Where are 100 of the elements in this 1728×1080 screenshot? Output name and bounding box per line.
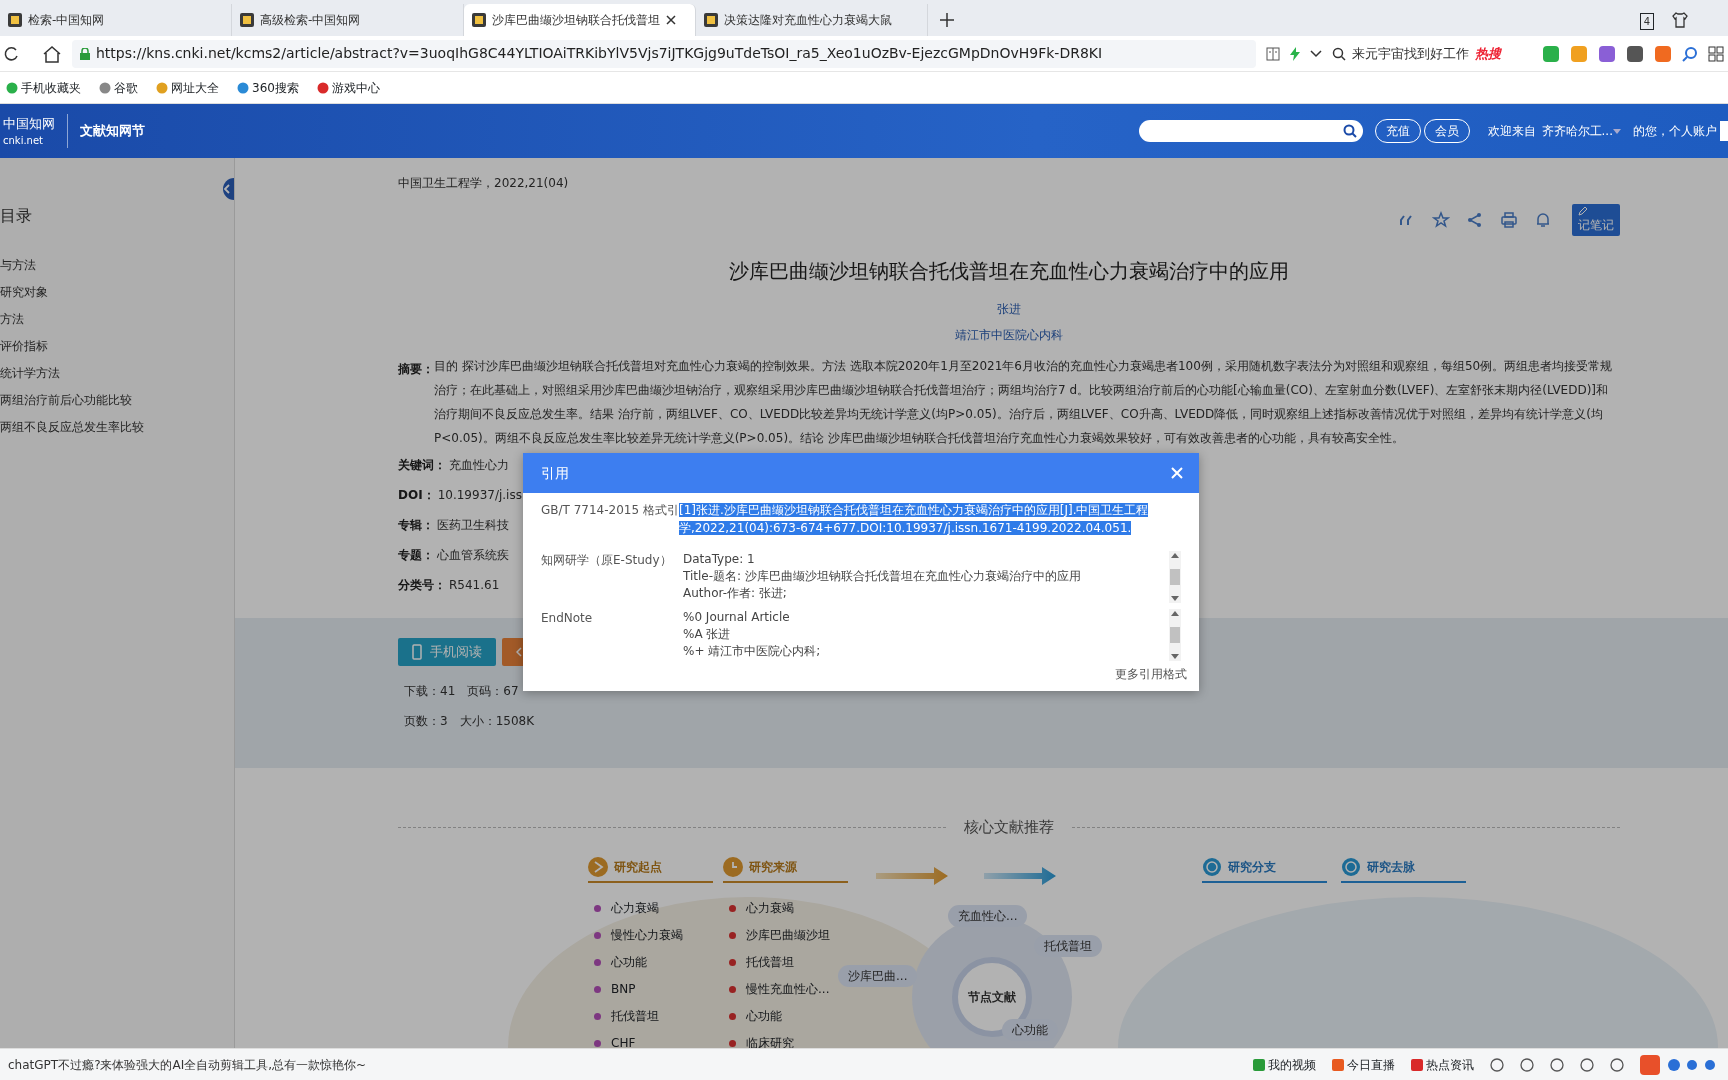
sidebar-item[interactable]: 研究对象	[0, 279, 234, 306]
close-icon[interactable]	[666, 15, 676, 25]
bookmark-link[interactable]: 游戏中心	[316, 78, 380, 97]
bell-icon	[1534, 211, 1552, 229]
chevron-down-icon[interactable]	[1310, 49, 1322, 58]
logo-domain: cnki.net	[3, 134, 44, 149]
sidebar-item[interactable]: 统计学方法	[0, 360, 234, 387]
field-label: 关键词：	[398, 457, 446, 474]
keyword-link[interactable]: 心功能	[746, 1007, 782, 1025]
field-label: 专辑：	[398, 517, 434, 534]
status-link[interactable]: 今日直播	[1332, 1055, 1395, 1074]
keyword-link[interactable]: 托伐普坦	[611, 1007, 659, 1025]
scroll-up-icon[interactable]	[1171, 553, 1179, 558]
reload-icon[interactable]	[4, 45, 18, 62]
field-label: 分类号：	[398, 577, 446, 594]
grid-icon[interactable]	[1708, 45, 1724, 62]
site-name: 文献知网节	[79, 122, 145, 141]
star-button[interactable]	[1430, 209, 1452, 231]
search-field[interactable]	[1138, 120, 1363, 142]
keyword-link[interactable]: 沙库巴曲缬沙坦	[746, 926, 830, 944]
keyword-link[interactable]: 心力衰竭	[746, 899, 794, 917]
bookmark-link[interactable]: 手机收藏夹	[6, 78, 81, 97]
keyword-link[interactable]: 慢性心力衰竭	[611, 926, 683, 944]
input-field[interactable]	[1720, 121, 1728, 141]
new-tab-icon[interactable]	[940, 13, 954, 27]
sidebar-item[interactable]: 两组不良反应总发生率比较	[0, 414, 234, 441]
section-title: 核心文献推荐	[963, 817, 1055, 838]
scroll-down-icon[interactable]	[1171, 596, 1179, 601]
note-button[interactable]: 记笔记	[1572, 204, 1620, 236]
keyword-link[interactable]: CHF	[611, 1034, 636, 1048]
keyword-link[interactable]: BNP	[611, 980, 636, 998]
lock-icon	[80, 47, 90, 60]
star-icon	[1432, 211, 1450, 229]
bookmark-link[interactable]: 360搜索	[237, 78, 299, 97]
dialog-title: 引用	[541, 463, 569, 483]
keyword-link[interactable]: 临床研究	[746, 1034, 794, 1048]
site-icon	[704, 13, 718, 27]
field-label: 专题：	[398, 547, 434, 564]
status-message: chatGPT不过瘾?来体验强大的AI全自动剪辑工具,总有一款惊艳你~	[8, 1056, 367, 1074]
journal-source: 中国卫生工程学，2022,21(04)	[398, 175, 570, 192]
keyword-link[interactable]: 慢性充血性心...	[746, 980, 830, 998]
tab-count[interactable]: 4	[1639, 13, 1654, 30]
shirt-icon[interactable]	[1672, 12, 1688, 28]
welcome-text: 欢迎来自	[1487, 123, 1536, 140]
bookmark-icon	[99, 81, 111, 94]
reader-icon[interactable]	[1266, 46, 1280, 61]
account-text: 的您，个人账户	[1633, 123, 1717, 140]
print-button[interactable]	[1498, 209, 1520, 231]
lightning-icon[interactable]	[1290, 46, 1300, 61]
scroll-down-icon[interactable]	[1171, 654, 1179, 659]
sidebar-item[interactable]: 评价指标	[0, 333, 234, 360]
citation-field[interactable]: DataType: 1 Title-题名: 沙库巴曲缬沙坦钠联合托伐普坦在充血性心力衰竭治疗中的应用 Author-作者: 张进;	[683, 551, 1169, 603]
print-icon	[1500, 211, 1518, 229]
browser-tab[interactable]: 沙库巴曲缬沙坦钠联合托伐普坦	[464, 4, 696, 36]
keyword-link[interactable]: 托伐普坦	[746, 953, 794, 971]
circle-icon	[1341, 856, 1361, 877]
bookmark-link[interactable]: 网址大全	[156, 78, 219, 97]
sidebar-item[interactable]: 与方法	[0, 252, 234, 279]
more-formats-link[interactable]: 更多引用格式	[523, 665, 1199, 683]
site-icon	[8, 13, 22, 27]
bookmark-link[interactable]: 谷歌	[99, 78, 138, 97]
abstract-text: 目的 探讨沙库巴曲缬沙坦钠联合托伐普坦对充血性心力衰竭的控制效果。方法 选取本院2020年1月至2021年6月收治的充血性心力衰竭患者100例，采用随机数字表法分为对照组和观察组，每组50例。两组患者均接受常规治疗；在此基础上，对照组采用沙库巴曲缬沙坦钠治疗，观察组采用沙库巴曲缬沙坦钠联合托伐普坦治疗；两组均治疗7 d。比较两组治疗前后的心功能[心输血量(CO)、左室射血分数(LVEF)、左室舒张末期内径(LVEDD)]和治疗期间不良反应总发生率。结果 治疗前，两组LVEF、CO、LVEDD比较差异均无统计学意义(均P>0.05)。治疗后，两组LVEF、CO升高、LVEDD降低，同时观察组上述指标改善情况优于对照组，差异均有统计学意义(均P<0.05)。两组不良反应总发生率比较差异无统计学意义(P>0.05)。结论 沙库巴曲缬沙坦钠联合托伐普坦治疗充血性心力衰竭效果较好，可有效改善患者的心功能，具有较高安全性。	[434, 358, 1614, 447]
stat-text: 页码：67	[467, 683, 519, 700]
status-link[interactable]: 热点资讯	[1411, 1055, 1474, 1074]
institution-link[interactable]: 齐齐哈尔工...	[1541, 122, 1613, 140]
scrollbar-thumb[interactable]	[1170, 569, 1180, 585]
keyword-link[interactable]: 心功能	[611, 953, 647, 971]
status-link[interactable]: 我的视频	[1253, 1055, 1316, 1074]
field-value: 10.19937/j.iss	[437, 487, 522, 504]
keyword-bubble[interactable]: 充血性心...	[948, 904, 1028, 927]
author-link[interactable]: 张进	[398, 300, 1620, 318]
arrow-icon	[984, 864, 1056, 887]
field-value: R541.61	[449, 577, 500, 594]
news-icon	[1411, 1058, 1423, 1071]
stat-text: 页数：3	[404, 713, 448, 730]
arrow-icon	[876, 864, 948, 887]
bookmark-icon	[316, 81, 329, 94]
column-title: 研究来源	[749, 858, 797, 876]
scroll-up-icon[interactable]	[1171, 611, 1179, 616]
field-value: 充血性心力	[449, 457, 509, 474]
keyword-link[interactable]: 心力衰竭	[611, 899, 659, 917]
search-icon	[1332, 46, 1346, 61]
sidebar-item[interactable]: 方法	[0, 306, 234, 333]
sidebar-title: 目录	[0, 205, 33, 227]
affiliation-link[interactable]: 靖江市中医院心内科	[398, 326, 1620, 344]
site-icon	[472, 13, 486, 27]
share-icon	[1466, 211, 1484, 229]
format-label: GB/T 7714-2015 格式引	[541, 502, 679, 519]
sidebar-item[interactable]: 两组治疗前后心功能比较	[0, 387, 234, 414]
play-icon	[1253, 1058, 1265, 1071]
address-field[interactable]: https://kns.cnki.net/kcms2/article/abstract?v=3uoqIhG8C44YLTIOAiTRKibYlV5Vjs7iJTKGjg9uTdeTsOI_ra5_Xeo1uOzBv-EjezcGMpDnOvH9Fk-DR8KI	[72, 39, 1256, 68]
citation-field[interactable]: %0 Journal Article %A 张进 %+ 靖江市中医院心内科;	[683, 609, 1169, 661]
site-icon	[240, 13, 254, 27]
column-title: 研究起点	[614, 858, 662, 876]
scrollbar-thumb[interactable]	[1170, 627, 1180, 643]
pencil-icon	[1578, 206, 1588, 216]
search-field[interactable]: 来元宇宙找到好工作 热搜	[1332, 39, 1532, 68]
search-icon[interactable]	[1682, 45, 1698, 62]
home-icon[interactable]	[42, 44, 62, 63]
play-icon	[588, 856, 608, 877]
